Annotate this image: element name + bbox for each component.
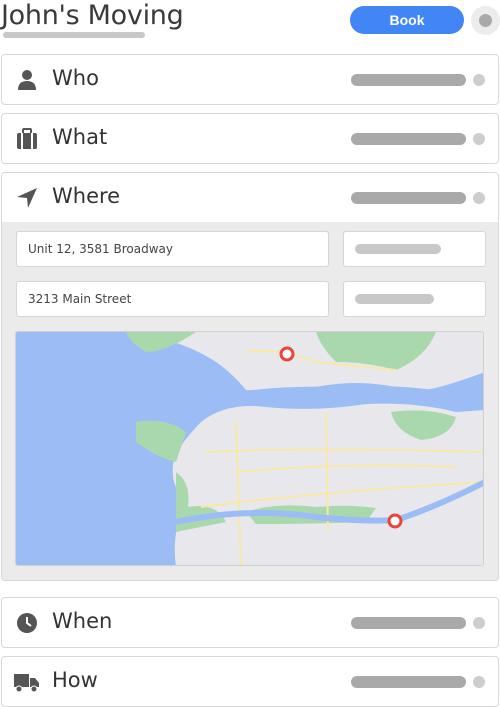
section-label: When (52, 609, 113, 633)
section-when[interactable]: When (1, 597, 499, 648)
summary-placeholder (351, 133, 466, 145)
to-detail-input[interactable] (343, 281, 486, 317)
route-map[interactable] (15, 331, 484, 566)
briefcase-icon (17, 128, 37, 149)
clock-icon (17, 613, 37, 633)
truck-icon (14, 674, 39, 693)
status-dot (473, 192, 485, 204)
section-what[interactable]: What (1, 113, 499, 164)
avatar[interactable] (471, 6, 500, 35)
section-label: Who (52, 66, 99, 90)
app-title: John's Moving (1, 0, 184, 31)
book-button[interactable]: Book (350, 6, 464, 34)
status-dot (473, 133, 485, 145)
status-dot (473, 617, 485, 629)
to-address-input[interactable]: 3213 Main Street (16, 281, 329, 317)
summary-placeholder (351, 617, 466, 629)
summary-placeholder (351, 676, 466, 688)
subtitle-placeholder (3, 32, 145, 38)
person-icon (18, 70, 36, 90)
section-label: Where (52, 184, 121, 208)
location-arrow-icon (17, 188, 37, 208)
status-dot (473, 74, 485, 86)
section-where[interactable]: Where (1, 172, 499, 223)
section-how[interactable]: How (1, 656, 499, 707)
section-label: What (52, 125, 108, 149)
section-label: How (52, 668, 98, 692)
summary-placeholder (351, 74, 466, 86)
input-placeholder (355, 294, 434, 304)
from-detail-input[interactable] (343, 231, 486, 267)
avatar-dot (479, 14, 492, 27)
input-placeholder (355, 244, 441, 254)
origin-marker[interactable] (279, 346, 295, 362)
section-who[interactable]: Who (1, 54, 499, 105)
status-dot (473, 676, 485, 688)
from-address-input[interactable]: Unit 12, 3581 Broadway (16, 231, 329, 267)
destination-marker[interactable] (387, 513, 403, 529)
summary-placeholder (351, 192, 466, 204)
